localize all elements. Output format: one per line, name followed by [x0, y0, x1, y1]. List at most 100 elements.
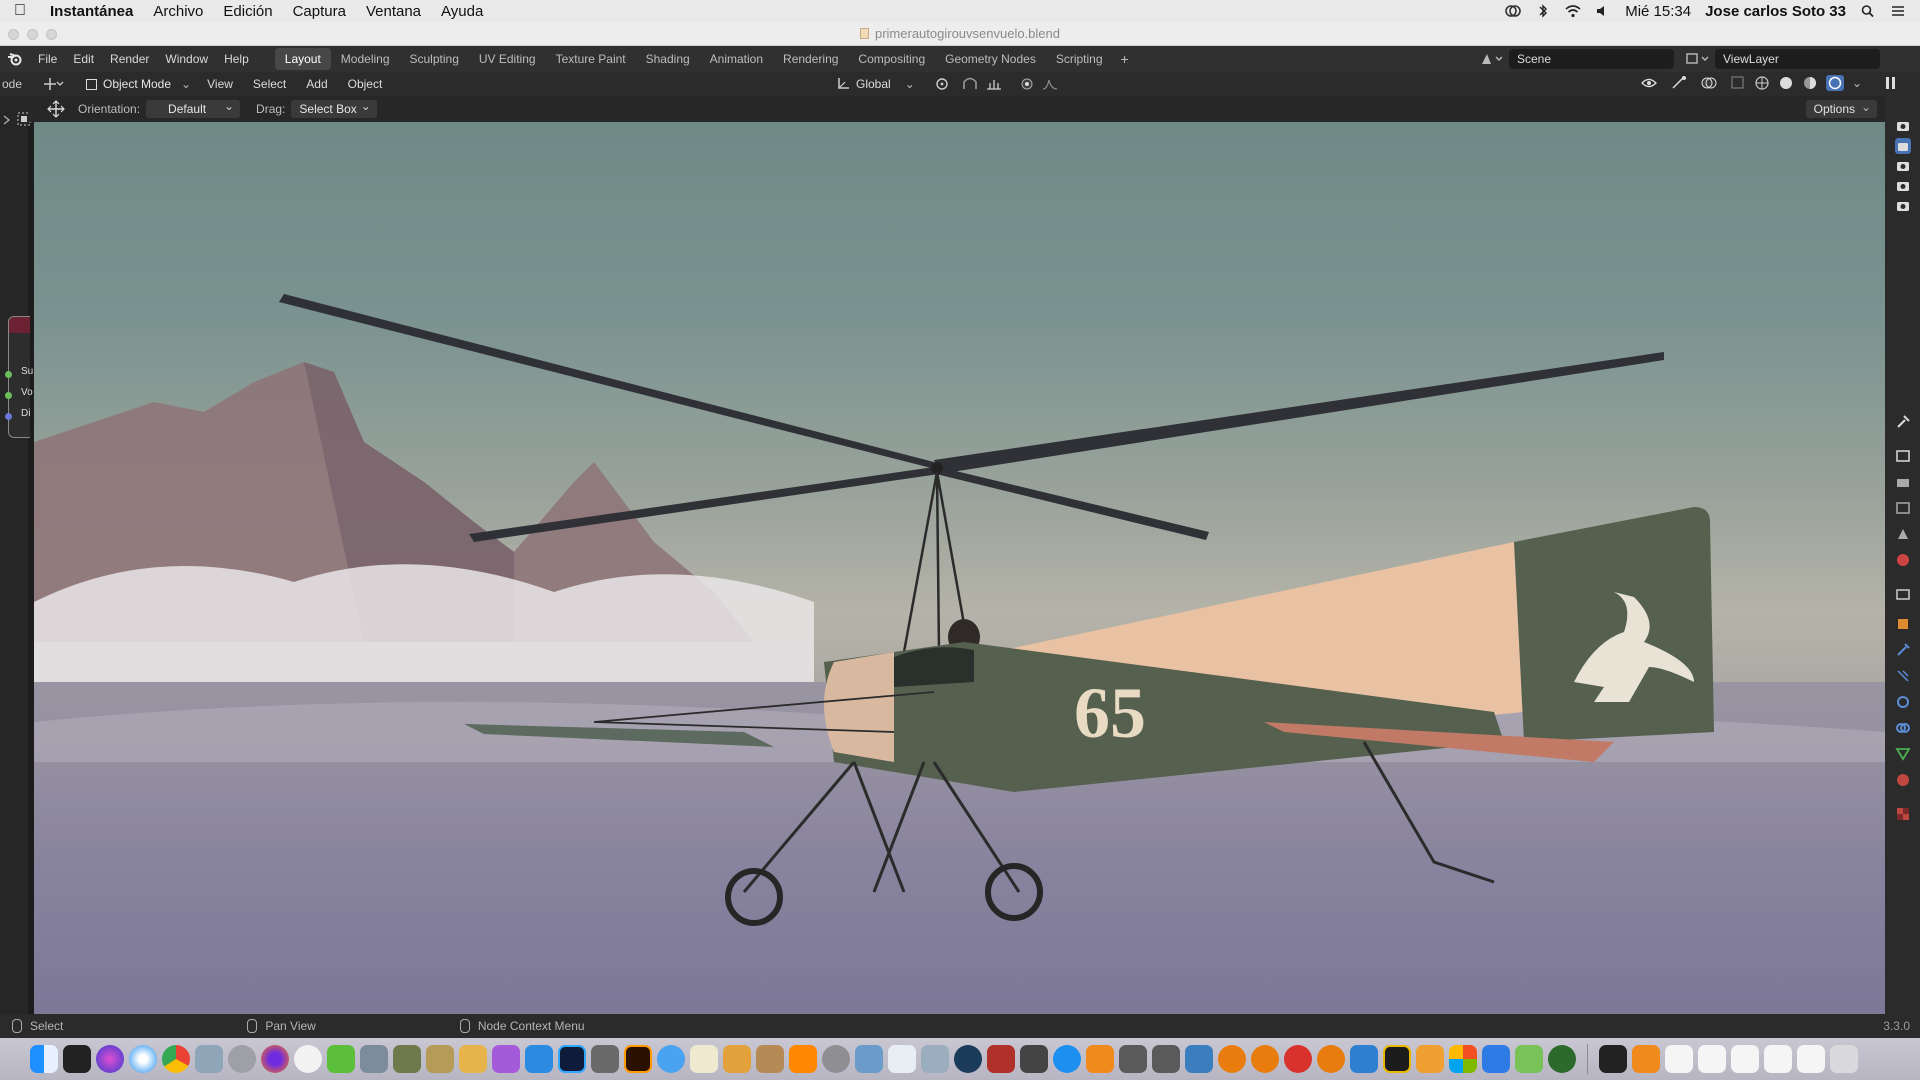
socket-green[interactable] [5, 392, 12, 399]
app-icon[interactable] [987, 1045, 1015, 1073]
blender-icon[interactable] [1218, 1045, 1246, 1073]
trash-icon[interactable] [1830, 1045, 1858, 1073]
app-icon[interactable] [921, 1045, 949, 1073]
firefox-icon[interactable] [261, 1045, 289, 1073]
tab-compositing[interactable]: Compositing [848, 48, 935, 70]
terminal-icon[interactable] [63, 1045, 91, 1073]
menu-help[interactable]: Help [216, 52, 257, 66]
launchpad-icon[interactable] [228, 1045, 256, 1073]
app-icon[interactable] [1548, 1045, 1576, 1073]
blender-icon[interactable] [1251, 1045, 1279, 1073]
mail-icon[interactable] [888, 1045, 916, 1073]
app-window-icon[interactable] [1632, 1045, 1660, 1073]
view-layer-properties-icon[interactable] [1895, 500, 1911, 516]
terminal-window-icon[interactable] [1599, 1045, 1627, 1073]
app-icon[interactable] [1020, 1045, 1048, 1073]
particles-properties-icon[interactable] [1895, 668, 1911, 684]
zbrush-icon[interactable] [1152, 1045, 1180, 1073]
socket-blue[interactable] [5, 413, 12, 420]
world-properties-icon[interactable] [1895, 552, 1911, 568]
menu-view[interactable]: View [197, 77, 243, 91]
collection-properties-icon[interactable] [1895, 586, 1911, 602]
bluetooth-app-icon[interactable] [1482, 1045, 1510, 1073]
pause-render-icon[interactable] [1882, 75, 1900, 91]
menu-ventana[interactable]: Ventana [356, 3, 431, 20]
tab-layout[interactable]: Layout [274, 48, 331, 70]
menu-edicion[interactable]: Edición [213, 3, 282, 20]
view-layer-selector-icon[interactable] [1684, 51, 1714, 67]
render-properties-icon[interactable] [1895, 448, 1911, 464]
data-properties-icon[interactable] [1895, 746, 1911, 762]
modifier-properties-icon[interactable] [1895, 642, 1911, 658]
wifi-icon[interactable] [1565, 4, 1581, 18]
object-mode-dropdown[interactable]: Object Mode ⌄ [80, 74, 198, 94]
material-shading-icon[interactable] [1802, 75, 1818, 91]
menu-select[interactable]: Select [243, 77, 296, 91]
rendered-shading-icon[interactable] [1825, 75, 1844, 91]
daz-studio-icon[interactable] [1383, 1045, 1411, 1073]
bluetooth-icon[interactable] [1535, 4, 1551, 18]
3d-viewport-render[interactable]: 65 [34, 122, 1885, 1014]
expand-arrow-icon[interactable] [2, 114, 12, 126]
tool-settings-icon[interactable] [1895, 414, 1911, 430]
office-icon[interactable] [1449, 1045, 1477, 1073]
gizmo-toggle-icon[interactable] [1670, 75, 1692, 91]
tab-shading[interactable]: Shading [636, 48, 700, 70]
orientation-dropdown[interactable]: Default [146, 99, 241, 118]
volume-icon[interactable] [1595, 4, 1611, 18]
illustrator-icon[interactable] [624, 1045, 652, 1073]
editor-type-icon[interactable] [42, 76, 64, 92]
camera-icon[interactable] [1895, 178, 1911, 194]
menu-window[interactable]: Window [157, 52, 216, 66]
chevron-down-icon[interactable]: ⌄ [1852, 76, 1862, 90]
app-name-menu[interactable]: Instantánea [40, 3, 143, 20]
camera-icon[interactable] [1895, 198, 1911, 214]
tab-uv-editing[interactable]: UV Editing [469, 48, 546, 70]
tab-texture-paint[interactable]: Texture Paint [546, 48, 636, 70]
zoom-window-button[interactable] [46, 29, 57, 40]
apple-menu-icon[interactable]:  [0, 2, 40, 20]
physics-properties-icon[interactable] [1895, 694, 1911, 710]
music-icon[interactable] [294, 1045, 322, 1073]
add-workspace-button[interactable]: + [1113, 51, 1137, 67]
system-preferences-icon[interactable] [822, 1045, 850, 1073]
camera-icon[interactable] [1895, 158, 1911, 174]
tab-modeling[interactable]: Modeling [331, 48, 400, 70]
material-properties-icon[interactable] [1895, 772, 1911, 788]
keynote-icon[interactable] [723, 1045, 751, 1073]
constraint-properties-icon[interactable] [1895, 720, 1911, 736]
chrome-icon[interactable] [162, 1045, 190, 1073]
view-layer-field[interactable]: ViewLayer [1715, 49, 1880, 69]
camera-icon[interactable] [1895, 138, 1911, 154]
drag-dropdown[interactable]: Select Box [291, 99, 377, 118]
tab-scripting[interactable]: Scripting [1046, 48, 1113, 70]
camera-icon[interactable] [1895, 118, 1911, 134]
app-icon[interactable] [1350, 1045, 1378, 1073]
creative-cloud-icon[interactable] [1505, 4, 1522, 18]
output-properties-icon[interactable] [1895, 474, 1911, 490]
app-icon[interactable] [1416, 1045, 1444, 1073]
xcode-icon[interactable] [1053, 1045, 1081, 1073]
sketchbook-icon[interactable] [459, 1045, 487, 1073]
app-icon[interactable] [1185, 1045, 1213, 1073]
archive-icon[interactable] [756, 1045, 784, 1073]
solid-shading-icon[interactable] [1778, 75, 1794, 91]
affinity-photo-icon[interactable] [492, 1045, 520, 1073]
photo-app-icon[interactable] [393, 1045, 421, 1073]
tab-sculpting[interactable]: Sculpting [400, 48, 469, 70]
xray-toggle-icon[interactable] [1730, 75, 1746, 91]
blender-logo-icon[interactable] [0, 52, 30, 66]
blender-icon[interactable] [1317, 1045, 1345, 1073]
utorrent-icon[interactable] [327, 1045, 355, 1073]
books-icon[interactable] [1086, 1045, 1114, 1073]
menu-add[interactable]: Add [296, 77, 337, 91]
scene-field[interactable]: Scene [1509, 49, 1674, 69]
menu-object[interactable]: Object [338, 77, 393, 91]
close-window-button[interactable] [8, 29, 19, 40]
document-icon[interactable] [1764, 1045, 1792, 1073]
overlays-toggle-icon[interactable] [1700, 75, 1722, 91]
tab-geometry-nodes[interactable]: Geometry Nodes [935, 48, 1046, 70]
menubar-user[interactable]: Jose carlos Soto 33 [1705, 3, 1846, 20]
finder-icon[interactable] [30, 1045, 58, 1073]
photoshop-icon[interactable] [558, 1045, 586, 1073]
